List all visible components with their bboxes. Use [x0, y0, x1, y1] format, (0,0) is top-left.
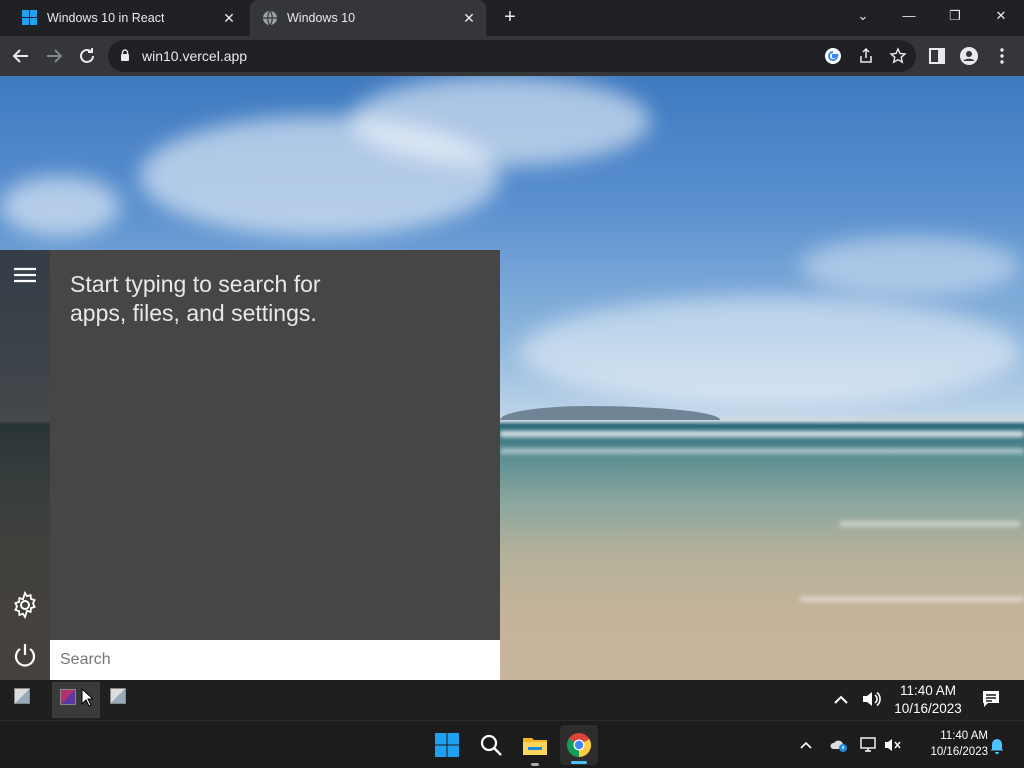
start-menu-rail — [0, 250, 50, 680]
settings-gear-icon[interactable] — [10, 590, 40, 620]
restore-button[interactable]: ❐ — [943, 6, 967, 26]
tab-title: Windows 10 — [287, 11, 356, 25]
taskbar-app[interactable] — [110, 688, 130, 708]
reload-button[interactable] — [75, 44, 99, 68]
search-hint-text: Start typing to search for apps, files, … — [70, 271, 321, 326]
tab-close-icon[interactable]: ✕ — [220, 9, 238, 27]
wave — [500, 448, 1024, 454]
cloud — [350, 76, 650, 166]
tab-search-dropdown-button[interactable]: ⌄ — [851, 6, 875, 26]
app-icon — [60, 689, 76, 705]
reload-icon — [80, 48, 94, 63]
screen: Windows 10 in React ✕ Windows 10 ✕ + ⌄ —… — [0, 0, 1024, 768]
new-tab-button[interactable]: + — [500, 7, 520, 27]
browser-tab-strip: Windows 10 in React ✕ Windows 10 ✕ + ⌄ —… — [0, 0, 1024, 36]
back-arrow-icon — [12, 49, 28, 63]
notification-bell-icon[interactable] — [988, 736, 1006, 754]
start-button[interactable] — [14, 688, 34, 708]
address-bar[interactable]: win10.vercel.app — [108, 40, 916, 72]
back-button[interactable] — [9, 44, 33, 68]
volume-icon[interactable] — [861, 689, 881, 712]
tray-chevron-up-icon[interactable] — [834, 692, 848, 708]
browser-toolbar: win10.vercel.app — [0, 36, 1024, 76]
more-menu-icon[interactable] — [992, 46, 1012, 66]
chrome-icon — [567, 733, 592, 757]
lock-icon — [121, 49, 129, 61]
network-icon[interactable] — [860, 737, 878, 755]
minimize-button[interactable]: — — [897, 6, 921, 26]
tab-windows-10-in-react[interactable]: Windows 10 in React ✕ — [10, 0, 246, 36]
system-clock[interactable]: 11:40 AM 10/16/2023 — [912, 728, 988, 760]
side-panel-icon[interactable] — [927, 46, 947, 66]
broken-image-icon — [14, 688, 30, 704]
start-menu: Start typing to search for apps, files, … — [0, 250, 500, 680]
cloud — [0, 176, 120, 236]
onedrive-icon[interactable] — [829, 737, 847, 755]
wave — [500, 431, 1024, 437]
distant-hill — [500, 406, 720, 420]
system-clock-date: 10/16/2023 — [930, 746, 988, 758]
profile-icon[interactable] — [959, 46, 979, 66]
app-clock-date: 10/16/2023 — [894, 701, 962, 716]
url-text: win10.vercel.app — [142, 48, 248, 64]
power-icon[interactable] — [10, 640, 40, 670]
hamburger-menu-icon[interactable] — [10, 260, 40, 290]
tab-close-icon[interactable]: ✕ — [460, 9, 478, 27]
cloud — [800, 236, 1020, 296]
start-search-input[interactable] — [50, 640, 500, 680]
cloud — [520, 296, 1020, 406]
action-center-icon[interactable] — [981, 689, 1001, 712]
search-icon[interactable] — [477, 731, 505, 759]
windows-start-icon[interactable] — [433, 731, 461, 759]
active-indicator — [571, 761, 587, 764]
mouse-cursor-icon — [81, 688, 93, 707]
bookmark-star-icon[interactable] — [889, 47, 907, 65]
wave — [840, 521, 1020, 527]
app-clock[interactable]: 11:40 AM 10/16/2023 — [888, 682, 968, 718]
app-clock-time: 11:40 AM — [899, 683, 957, 698]
system-clock-time: 11:40 AM — [940, 730, 988, 742]
chrome-taskbar-button[interactable] — [560, 725, 598, 765]
forward-button[interactable] — [42, 44, 66, 68]
windows-logo-icon — [22, 10, 38, 26]
taskbar-active-app[interactable] — [52, 682, 100, 718]
google-lens-icon[interactable] — [824, 47, 842, 65]
tab-windows-10[interactable]: Windows 10 ✕ — [250, 0, 486, 36]
share-icon[interactable] — [857, 47, 875, 65]
search-results-panel: Start typing to search for apps, files, … — [50, 250, 500, 640]
window-close-button[interactable]: ✕ — [989, 6, 1013, 26]
globe-icon — [262, 10, 278, 26]
forward-arrow-icon — [47, 49, 63, 63]
wave — [800, 596, 1024, 602]
app-taskbar: 11:40 AM 10/16/2023 — [0, 680, 1024, 720]
show-hidden-icons-chevron-icon[interactable] — [797, 737, 815, 755]
file-explorer-icon[interactable] — [521, 731, 549, 759]
broken-image-icon — [110, 688, 126, 704]
windows-taskbar: 11:40 AM 10/16/2023 — [0, 720, 1024, 768]
tab-title: Windows 10 in React — [47, 11, 165, 25]
volume-muted-icon[interactable] — [884, 737, 902, 755]
running-indicator — [531, 763, 539, 766]
